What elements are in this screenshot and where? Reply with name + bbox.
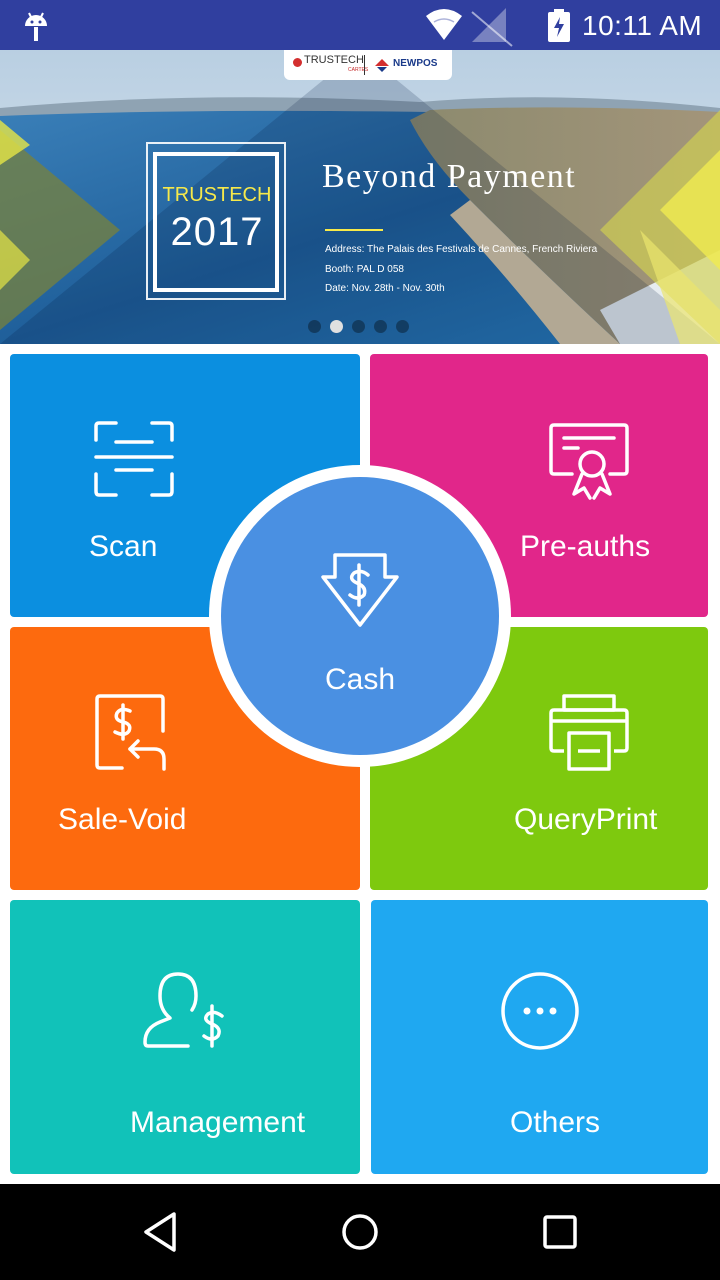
system-navigation-bar: [0, 1184, 720, 1280]
cash-button[interactable]: Cash: [221, 477, 499, 755]
app-screen: 10:11 AM TRUSTECH CARTES NEWPOS TRUSTECH…: [0, 0, 720, 1280]
cash-label: Cash: [324, 663, 396, 696]
user-dollar-icon: [143, 972, 224, 1048]
event-name: TRUSTECH: [162, 184, 272, 206]
carousel-dot[interactable]: [352, 320, 365, 333]
scan-label: Scan: [89, 530, 158, 563]
clock-time: 10:11 AM: [582, 10, 703, 41]
scan-icon: [94, 421, 174, 497]
pre-auths-label: Pre-auths: [520, 530, 651, 563]
refund-icon: [95, 694, 166, 771]
others-tile[interactable]: Others: [371, 900, 708, 1174]
query-print-label: QueryPrint: [514, 803, 658, 836]
sponsor-logos: TRUSTECH CARTES NEWPOS: [284, 50, 452, 80]
others-label: Others: [510, 1106, 601, 1139]
wifi-icon: [426, 9, 462, 40]
battery-charging-icon: [548, 9, 570, 42]
no-signal-icon: [471, 8, 513, 47]
carousel-dot-active[interactable]: [330, 320, 343, 333]
management-label: Management: [130, 1106, 306, 1139]
event-booth: Booth: PAL D 058: [325, 264, 404, 275]
trustech-logo-text: TRUSTECH: [304, 54, 364, 66]
logo-divider: [364, 55, 365, 75]
trustech-logo-icon: [293, 58, 302, 67]
certificate-icon: [549, 423, 629, 500]
recents-icon[interactable]: [538, 1210, 582, 1254]
carousel-indicator: [308, 320, 418, 334]
banner-headline: Beyond Payment: [322, 158, 577, 195]
home-icon[interactable]: [338, 1210, 382, 1254]
sale-void-label: Sale-Void: [58, 803, 187, 836]
event-year: 2017: [170, 210, 264, 254]
more-icon: [501, 972, 579, 1050]
printer-icon: [549, 694, 629, 771]
android-debug-icon: [25, 12, 47, 41]
carousel-dot[interactable]: [308, 320, 321, 333]
cartes-logo-text: CARTES: [348, 67, 369, 73]
back-icon[interactable]: [138, 1210, 182, 1254]
status-bar: 10:11 AM: [0, 0, 720, 50]
event-address: Address: The Palais des Festivals de Can…: [325, 244, 598, 255]
newpos-logo-text: NEWPOS: [393, 58, 438, 69]
management-tile[interactable]: Management: [10, 900, 360, 1174]
banner-background-image: [0, 50, 720, 344]
carousel-dot[interactable]: [396, 320, 409, 333]
cash-download-icon: [321, 553, 399, 627]
promo-banner[interactable]: TRUSTECH CARTES NEWPOS TRUSTECH 2017 Bey…: [0, 50, 720, 344]
newpos-logo-icon: [375, 59, 389, 72]
event-date: Date: Nov. 28th - Nov. 30th: [325, 283, 445, 294]
headline-divider: [325, 229, 383, 231]
carousel-dot[interactable]: [374, 320, 387, 333]
